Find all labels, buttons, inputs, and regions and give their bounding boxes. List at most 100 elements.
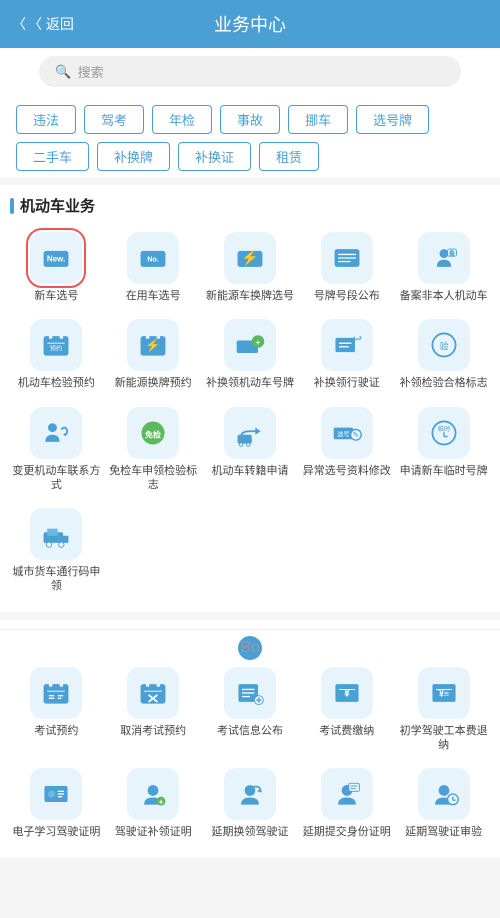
overdue-icon bbox=[428, 778, 460, 810]
new-energy-item[interactable]: ⚡ 新能源车换牌选号 bbox=[204, 228, 297, 307]
replace-plate-label: 补换领机动车号牌 bbox=[206, 376, 294, 390]
overdue-item[interactable]: 延期驾驶证审验 bbox=[397, 764, 490, 843]
header: 〈 〈 返回 业务中心 bbox=[0, 0, 500, 48]
tag-nuoche[interactable]: 挪车 bbox=[288, 105, 348, 134]
back-button[interactable]: 〈 〈 返回 bbox=[12, 14, 74, 34]
exam-fee-icon-box: ¥ bbox=[321, 667, 373, 719]
svg-text:¥≡: ¥≡ bbox=[439, 688, 449, 698]
tag-jiakao[interactable]: 驾考 bbox=[84, 105, 144, 134]
exam-appoint-icon-box bbox=[30, 667, 82, 719]
plate-range-icon bbox=[331, 242, 363, 274]
supplement-label: 驾驶证补领证明 bbox=[115, 825, 192, 839]
replace-plate-icon-box: + bbox=[224, 319, 276, 371]
study-donate-icon: ¥≡ bbox=[428, 677, 460, 709]
study-donate-item[interactable]: ¥≡ 初学驾驶工本费退纳 bbox=[397, 663, 490, 757]
exam-fee-item[interactable]: ¥ 考试费缴纳 bbox=[300, 663, 393, 757]
motor-grid: New. 新车选号 No. 在用车选号 bbox=[10, 228, 490, 598]
svg-text:+: + bbox=[159, 798, 164, 807]
plate-range-icon-box bbox=[321, 232, 373, 284]
nav-home[interactable]: Bo bbox=[238, 636, 262, 660]
motor-section: 机动车业务 New. 新车选号 No. bbox=[0, 185, 500, 612]
supplement-item[interactable]: + 驾驶证补领证明 bbox=[107, 764, 200, 843]
plate-range-label: 号牌号段公布 bbox=[314, 289, 380, 303]
tag-weifa[interactable]: 违法 bbox=[16, 105, 76, 134]
back-icon: 〈 bbox=[12, 14, 26, 34]
non-local-label: 备案非本人机动车 bbox=[400, 289, 488, 303]
back-label: 〈 返回 bbox=[28, 14, 74, 34]
plate-range-item[interactable]: 号牌号段公布 bbox=[300, 228, 393, 307]
replace-check-label: 补领检验合格标志 bbox=[400, 376, 488, 390]
energy-inspect-label: 新能源换牌预约 bbox=[115, 376, 192, 390]
cancel-exam-label: 取消考试预约 bbox=[120, 724, 186, 738]
motor-inspect-item[interactable]: 预约 机动车检验预约 bbox=[10, 315, 103, 394]
search-placeholder: 搜索 bbox=[78, 62, 104, 81]
free-inspect-item[interactable]: 免检 免检车申领检验标志 bbox=[107, 403, 200, 497]
bottom-nav: Bo bbox=[0, 629, 500, 666]
abnormal-item[interactable]: 选号 ✎ 异常选号资料修改 bbox=[300, 403, 393, 497]
change-contact-item[interactable]: 变更机动车联系方式 bbox=[10, 403, 103, 497]
non-local-item[interactable]: 备 备案非本人机动车 bbox=[397, 228, 490, 307]
free-inspect-label: 免检车申领检验标志 bbox=[109, 464, 198, 493]
cancel-exam-icon-box bbox=[127, 667, 179, 719]
svg-text:临时: 临时 bbox=[437, 425, 449, 433]
svg-text:No.: No. bbox=[147, 256, 158, 264]
search-input-wrap[interactable]: 🔍 搜索 bbox=[39, 56, 460, 87]
exam-appoint-label: 考试预约 bbox=[34, 724, 78, 738]
e-study-label: 电子学习驾驶证明 bbox=[12, 825, 100, 839]
tag-buzheng[interactable]: 补换证 bbox=[178, 142, 251, 171]
cancel-exam-icon bbox=[137, 677, 169, 709]
used-car-plate-item[interactable]: No. 在用车选号 bbox=[107, 228, 200, 307]
tag-ershou[interactable]: 二手车 bbox=[16, 142, 89, 171]
replace-license-icon-box: ↩ bbox=[321, 319, 373, 371]
transfer-item[interactable]: 机动车转籍申请 bbox=[204, 403, 297, 497]
e-study-item[interactable]: 电子学习驾驶证明 bbox=[10, 764, 103, 843]
energy-inspect-item[interactable]: ⚡ 新能源换牌预约 bbox=[107, 315, 200, 394]
svg-text:验: 验 bbox=[439, 341, 448, 352]
extend-submit-item[interactable]: 延期提交身份证明 bbox=[300, 764, 393, 843]
tag-buhuan[interactable]: 补换牌 bbox=[97, 142, 170, 171]
new-car-plate-label: 新车选号 bbox=[34, 289, 78, 303]
cargo-icon bbox=[40, 518, 72, 550]
extend-submit-icon bbox=[331, 778, 363, 810]
extend-item[interactable]: 延期换领驾驶证 bbox=[204, 764, 297, 843]
cargo-label: 城市货车通行码申领 bbox=[12, 565, 101, 594]
tag-zulin[interactable]: 租赁 bbox=[259, 142, 319, 171]
replace-license-item[interactable]: ↩ 补换领行驶证 bbox=[300, 315, 393, 394]
temp-plate-icon: 临时 bbox=[428, 417, 460, 449]
cargo-item[interactable]: 城市货车通行码申领 bbox=[10, 504, 103, 598]
temp-plate-item[interactable]: 临时 申请新车临时号牌 bbox=[397, 403, 490, 497]
extend-icon bbox=[234, 778, 266, 810]
transfer-icon-box bbox=[224, 407, 276, 459]
free-inspect-icon: 免检 bbox=[137, 417, 169, 449]
change-contact-label: 变更机动车联系方式 bbox=[12, 464, 101, 493]
exam-appoint-icon bbox=[40, 677, 72, 709]
new-car-plate-item[interactable]: New. 新车选号 bbox=[10, 228, 103, 307]
content-wrap: 🔍 搜索 违法 驾考 年检 事故 挪车 选号牌 二手车 补换牌 补换证 租赁 机… bbox=[0, 48, 500, 918]
tag-shigu[interactable]: 事故 bbox=[220, 105, 280, 134]
used-car-plate-label: 在用车选号 bbox=[126, 289, 181, 303]
exam-fee-icon: ¥ bbox=[331, 677, 363, 709]
search-bar: 🔍 搜索 bbox=[0, 48, 500, 95]
study-donate-icon-box: ¥≡ bbox=[418, 667, 470, 719]
replace-check-item[interactable]: 验 补领检验合格标志 bbox=[397, 315, 490, 394]
new-energy-label: 新能源车换牌选号 bbox=[206, 289, 294, 303]
e-study-icon-box bbox=[30, 768, 82, 820]
overdue-icon-box bbox=[418, 768, 470, 820]
cancel-exam-item[interactable]: 取消考试预约 bbox=[107, 663, 200, 757]
replace-check-icon: 验 bbox=[428, 329, 460, 361]
exam-appoint-item[interactable]: 考试预约 bbox=[10, 663, 103, 757]
tag-xuanhao[interactable]: 选号牌 bbox=[356, 105, 429, 134]
study-donate-label: 初学驾驶工本费退纳 bbox=[399, 724, 488, 753]
exam-info-item[interactable]: 考试信息公布 bbox=[204, 663, 297, 757]
replace-license-label: 补换领行驶证 bbox=[314, 376, 380, 390]
svg-text:备: 备 bbox=[447, 249, 455, 257]
e-study-icon bbox=[40, 778, 72, 810]
non-local-icon: 备 bbox=[428, 242, 460, 274]
temp-plate-label: 申请新车临时号牌 bbox=[400, 464, 488, 478]
page-title: 业务中心 bbox=[214, 11, 286, 37]
change-contact-icon-box bbox=[30, 407, 82, 459]
exam-info-label: 考试信息公布 bbox=[217, 724, 283, 738]
tag-nianjian[interactable]: 年检 bbox=[152, 105, 212, 134]
replace-plate-item[interactable]: + 补换领机动车号牌 bbox=[204, 315, 297, 394]
replace-check-icon-box: 验 bbox=[418, 319, 470, 371]
